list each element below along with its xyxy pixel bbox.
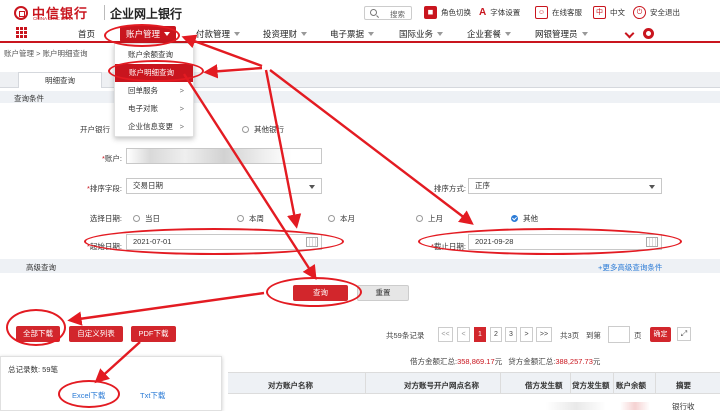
annotation-arrows <box>67 34 474 384</box>
